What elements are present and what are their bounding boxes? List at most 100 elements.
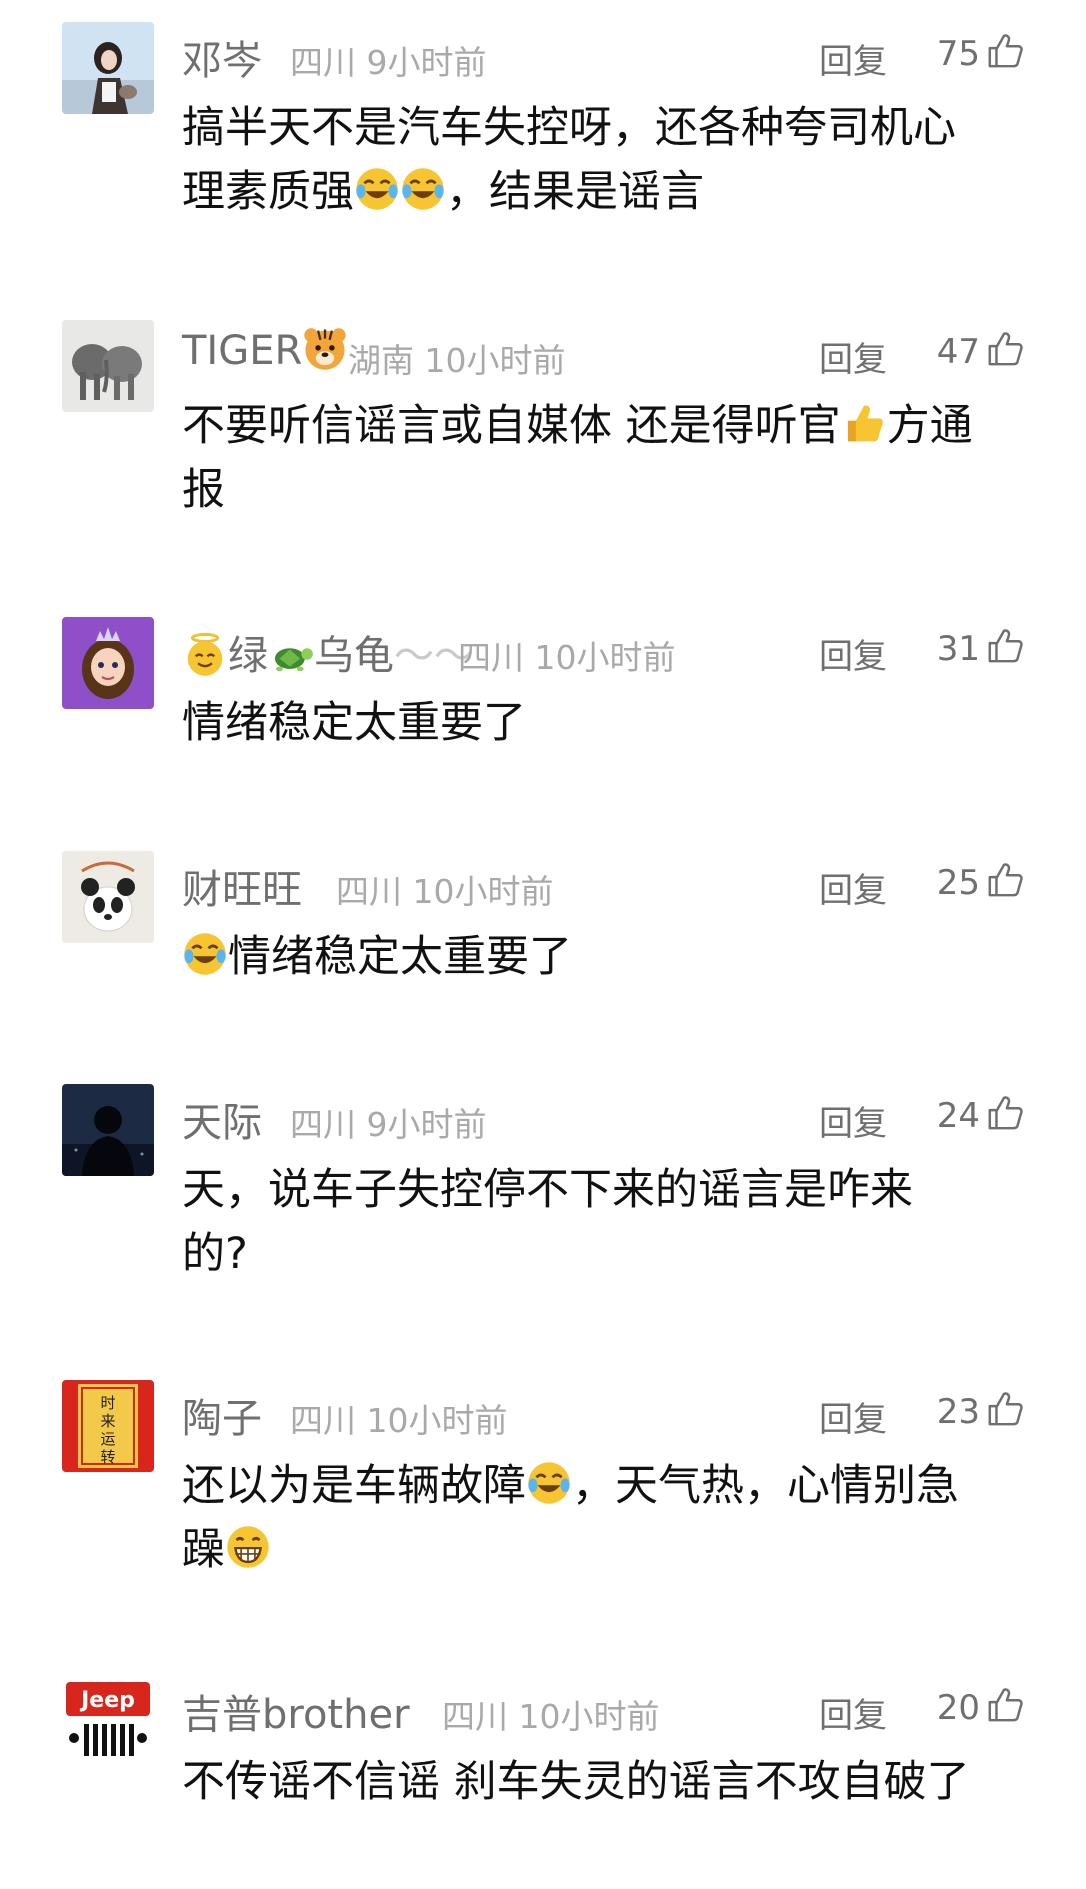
comment-meta: 邓岑 四川 9小时前 回复 75 <box>182 22 1086 84</box>
angel-face-emoji-icon <box>187 633 223 676</box>
reply-button[interactable]: 回复 <box>819 332 887 381</box>
comment-line: 报 <box>182 465 225 515</box>
timestamp: 9小时前 <box>366 43 487 82</box>
crying-laughing-emoji-icon <box>402 168 444 210</box>
user-avatar[interactable] <box>62 851 154 943</box>
red-banner-avatar-icon: 时 来 运 转 <box>62 1380 154 1472</box>
like-count: 31 <box>936 629 980 669</box>
username[interactable]: 陶子 <box>182 1386 262 1444</box>
timestamp: 10小时前 <box>366 1401 508 1440</box>
comment-item: 财旺旺 四川 10小时前 回复 25 情绪稳定太重要了 <box>0 851 1086 1001</box>
comment-meta: 陶子 四川 10小时前 回复 23 <box>182 1380 1086 1442</box>
comment-line: 天，说车子失控停不下来的谣言是咋来 <box>182 1165 913 1215</box>
comment-line: 理素质强 ，结果是谣言 <box>182 160 1042 224</box>
comment-item: 邓岑 四川 9小时前 回复 75 搞半天不是汽车失控呀，还各种夸司机心 理素质强… <box>0 22 1086 222</box>
location: 四川 <box>290 43 356 82</box>
location: 四川 <box>336 872 402 911</box>
username[interactable]: TIGER <box>182 326 348 374</box>
text-fragment: 躁 <box>182 1525 225 1575</box>
thumbs-up-emoji-icon <box>847 405 883 442</box>
text-fragment: ，天气热，心情别急 <box>572 1461 959 1511</box>
comment-meta: 绿乌龟～～ 四川 10小时前 回复 31 <box>182 617 1086 679</box>
comment-item: TIGER 湖南 10小时前 回复 47 不要听信谣言或自媒体 还是得听官 方通 … <box>0 320 1086 520</box>
user-avatar[interactable] <box>62 22 154 114</box>
comment-meta: 吉普brother 四川 10小时前 回复 20 <box>182 1676 1086 1738</box>
silhouette-avatar-icon <box>62 1084 154 1176</box>
comment-line: 不要听信谣言或自媒体 还是得听官 方通 <box>182 394 1042 458</box>
thumbs-up-icon[interactable] <box>986 32 1024 70</box>
reply-button[interactable]: 回复 <box>819 1392 887 1441</box>
reply-button[interactable]: 回复 <box>819 34 887 83</box>
comment-body: 情绪稳定太重要了 <box>182 691 1042 755</box>
comment-body: 情绪稳定太重要了 <box>182 925 1042 989</box>
text-fragment: ，结果是谣言 <box>446 167 704 217</box>
reply-button[interactable]: 回复 <box>819 1096 887 1145</box>
like-count: 75 <box>936 34 980 74</box>
location: 四川 <box>458 638 524 677</box>
location: 四川 <box>290 1105 356 1144</box>
comment-meta: 天际 四川 9小时前 回复 24 <box>182 1084 1086 1146</box>
thumbs-up-icon[interactable] <box>986 861 1024 899</box>
comment-meta: 财旺旺 四川 10小时前 回复 25 <box>182 851 1086 913</box>
reply-button[interactable]: 回复 <box>819 629 887 678</box>
comment-line: 躁 <box>182 1518 1042 1582</box>
username[interactable]: 天际 <box>182 1090 262 1148</box>
like-count: 20 <box>936 1688 980 1728</box>
avatar-text-1: 时 <box>100 1394 115 1412</box>
location-time: 四川 10小时前 <box>290 1394 508 1442</box>
user-avatar[interactable]: 时 来 运 转 <box>62 1380 154 1472</box>
like-count: 23 <box>936 1392 980 1432</box>
comment-body: 搞半天不是汽车失控呀，还各种夸司机心 理素质强 ，结果是谣言 <box>182 96 1042 224</box>
comment-body: 天，说车子失控停不下来的谣言是咋来 的? <box>182 1158 1042 1286</box>
username[interactable]: 财旺旺 <box>182 857 302 915</box>
comment-line: 情绪稳定太重要了 <box>182 925 1042 989</box>
location-time: 四川 10小时前 <box>336 865 554 913</box>
like-count: 24 <box>936 1096 980 1136</box>
timestamp: 9小时前 <box>366 1105 487 1144</box>
comment-item: Jeep 吉普brother 四川 10小时前 回复 20 不传谣不信谣 刹车失… <box>0 1676 1086 1826</box>
thumbs-up-icon[interactable] <box>986 1390 1024 1428</box>
like-count: 25 <box>936 863 980 903</box>
grinning-emoji-icon <box>227 1526 269 1568</box>
thumbs-up-icon[interactable] <box>986 330 1024 368</box>
text-fragment: 情绪稳定太重要了 <box>228 932 572 982</box>
text-fragment: 不要听信谣言或自媒体 还是得听官 <box>182 401 841 451</box>
timestamp: 10小时前 <box>518 1697 660 1736</box>
location-time: 四川 9小时前 <box>290 36 487 84</box>
username-text: 绿 <box>228 633 268 679</box>
thumbs-up-icon[interactable] <box>986 627 1024 665</box>
princess-avatar-icon <box>62 617 154 709</box>
reply-button[interactable]: 回复 <box>819 863 887 912</box>
girl-with-cat-avatar-icon <box>62 22 154 114</box>
username[interactable]: 绿乌龟～～ <box>182 623 474 681</box>
text-fragment: 方通 <box>886 401 973 451</box>
username[interactable]: 邓岑 <box>182 28 262 86</box>
username[interactable]: 吉普brother <box>182 1682 410 1740</box>
reply-button[interactable]: 回复 <box>819 1688 887 1737</box>
crying-laughing-emoji-icon <box>356 168 398 210</box>
comment-meta: TIGER 湖南 10小时前 回复 47 <box>182 320 1086 380</box>
avatar-text-4: 转 <box>100 1448 115 1466</box>
username-text: TIGER <box>182 328 303 374</box>
avatar-text-2: 来 <box>100 1412 115 1430</box>
comment-body: 不要听信谣言或自媒体 还是得听官 方通 报 <box>182 394 1042 522</box>
comment-body: 还以为是车辆故障 ，天气热，心情别急 躁 <box>182 1454 1042 1582</box>
comment-item: 天际 四川 9小时前 回复 24 天，说车子失控停不下来的谣言是咋来 的? <box>0 1084 1086 1284</box>
location: 湖南 <box>348 341 414 380</box>
location-time: 四川 10小时前 <box>458 631 676 679</box>
user-avatar[interactable] <box>62 617 154 709</box>
location: 四川 <box>290 1401 356 1440</box>
like-count: 47 <box>936 332 980 372</box>
user-avatar[interactable] <box>62 1084 154 1176</box>
username-suffix: 乌龟 <box>314 633 394 679</box>
crying-laughing-emoji-icon <box>528 1462 570 1504</box>
user-avatar[interactable]: Jeep <box>62 1676 154 1768</box>
comment-line: 不传谣不信谣 刹车失灵的谣言不攻自破了 <box>182 1757 970 1807</box>
timestamp: 10小时前 <box>424 341 566 380</box>
thumbs-up-icon[interactable] <box>986 1094 1024 1132</box>
user-avatar[interactable] <box>62 320 154 412</box>
thumbs-up-icon[interactable] <box>986 1686 1024 1724</box>
comment-line: 还以为是车辆故障 ，天气热，心情别急 <box>182 1454 1042 1518</box>
comment-item: 时 来 运 转 陶子 四川 10小时前 回复 23 还以为是车辆故障 ，天气热，心… <box>0 1380 1086 1580</box>
turtle-emoji-icon <box>274 648 313 672</box>
